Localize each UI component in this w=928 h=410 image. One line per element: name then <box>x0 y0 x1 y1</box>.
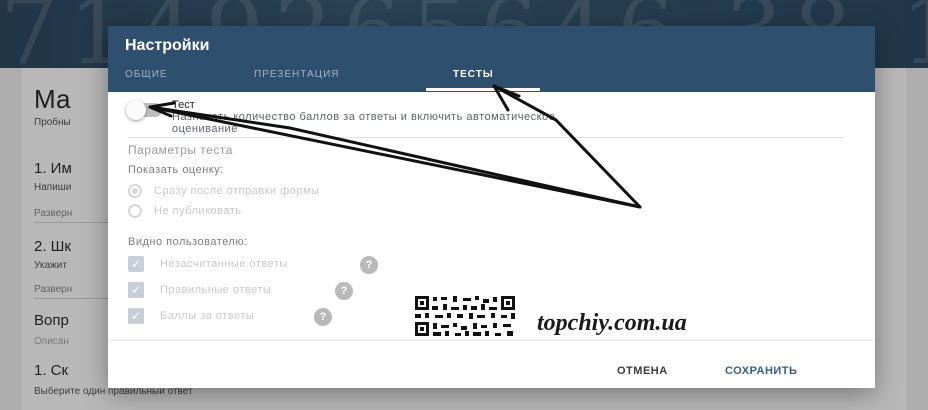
checkbox-correct-answers[interactable]: ✓ <box>128 282 144 298</box>
dialog-header: Настройки ОБЩИЕ ПРЕЗЕНТАЦИЯ ТЕСТЫ <box>108 26 875 92</box>
radio-immediately-label: Сразу после отправки формы <box>154 185 320 197</box>
quiz-toggle-description: Назначать количество баллов за ответы и … <box>172 111 556 123</box>
qr-code-icon <box>413 294 517 338</box>
help-icon[interactable]: ? <box>314 308 332 326</box>
help-icon[interactable]: ? <box>335 282 353 300</box>
radio-later-label: Не публиковать <box>154 205 242 217</box>
watermark: topchiy.com.ua <box>537 310 687 336</box>
quiz-params-heading: Параметры теста <box>128 143 233 157</box>
radio-later[interactable] <box>128 204 142 218</box>
quiz-toggle-description-cont: оценивание <box>172 123 238 135</box>
dialog-footer-divider <box>108 340 875 341</box>
radio-immediately[interactable] <box>128 184 142 198</box>
quiz-toggle[interactable] <box>126 100 162 120</box>
divider <box>128 137 844 138</box>
help-icon[interactable]: ? <box>360 256 378 274</box>
tab-general[interactable]: ОБЩИЕ <box>125 69 168 80</box>
checkbox-missed-answers[interactable]: ✓ <box>128 256 144 272</box>
tab-presentation[interactable]: ПРЕЗЕНТАЦИЯ <box>254 69 340 80</box>
quiz-toggle-label: Тест <box>172 99 195 111</box>
checkbox-point-values-label: Баллы за ответы <box>160 310 255 322</box>
dialog-title: Настройки <box>125 37 210 54</box>
show-grade-label: Показать оценку: <box>128 164 224 176</box>
checkbox-point-values[interactable]: ✓ <box>128 308 144 324</box>
visible-to-user-label: Видно пользователю: <box>128 236 248 248</box>
toggle-knob[interactable] <box>126 100 146 120</box>
cancel-button[interactable]: ОТМЕНА <box>617 365 668 377</box>
checkbox-correct-answers-label: Правильные ответы <box>160 284 272 296</box>
checkbox-missed-answers-label: Незасчитанные ответы <box>160 258 288 270</box>
save-button[interactable]: СОХРАНИТЬ <box>725 365 797 377</box>
active-tab-indicator <box>426 88 540 91</box>
tab-quizzes[interactable]: ТЕСТЫ <box>453 69 494 80</box>
